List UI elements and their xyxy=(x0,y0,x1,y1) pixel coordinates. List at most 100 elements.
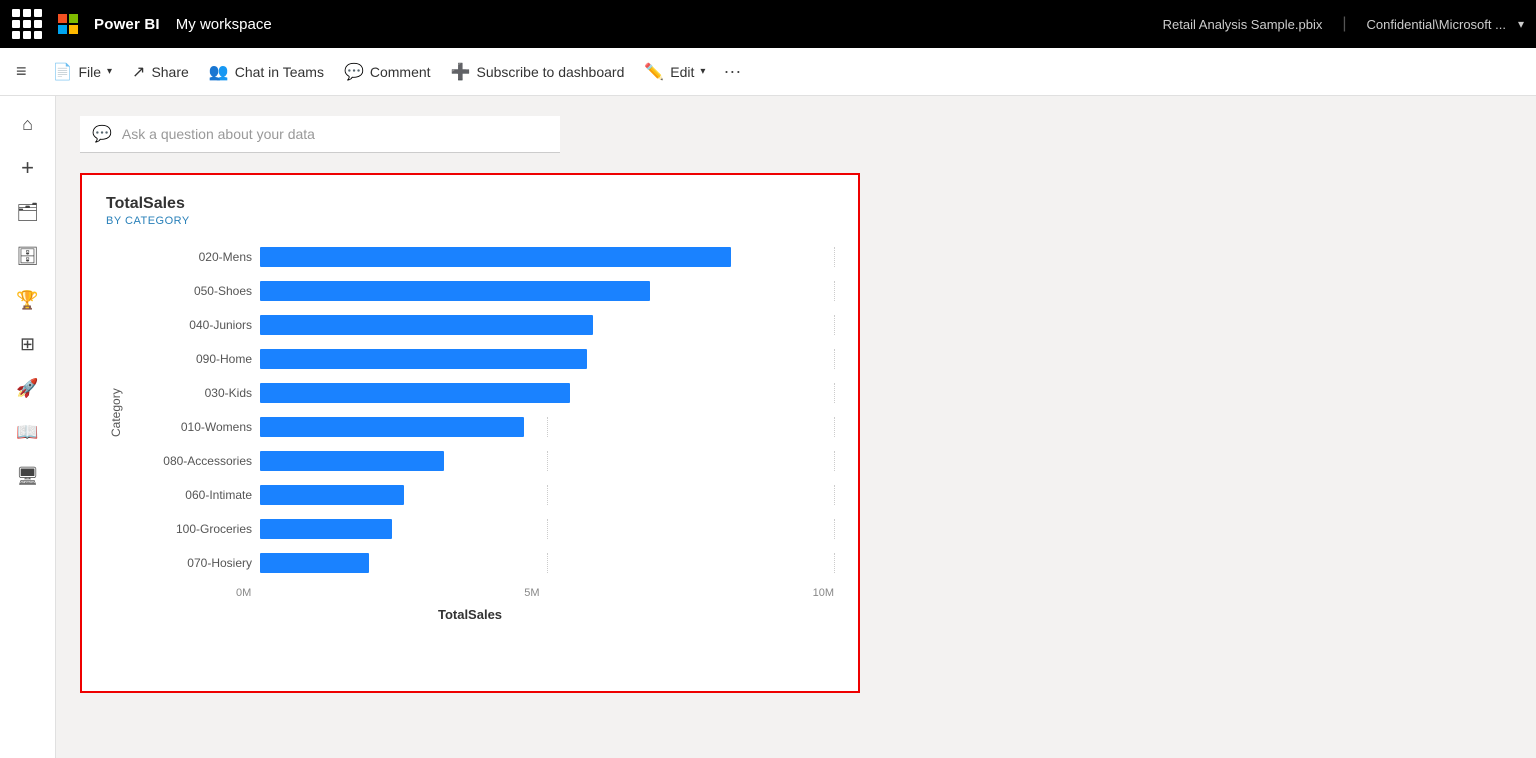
sidebar-toggle-button[interactable]: ≡ xyxy=(16,61,27,82)
share-label: Share xyxy=(151,64,188,80)
file-icon: 📄 xyxy=(53,62,73,82)
bar-row: 100-Groceries xyxy=(130,515,834,543)
edit-label: Edit xyxy=(670,64,694,80)
app-launcher-icon[interactable] xyxy=(12,9,42,39)
main-content: 💬 Ask a question about your data TotalSa… xyxy=(56,96,1536,758)
docs-icon: 📖 xyxy=(16,422,38,443)
bar-wrapper xyxy=(260,553,834,573)
file-label: File xyxy=(78,64,101,80)
confidential-chevron[interactable]: ▾ xyxy=(1518,17,1524,31)
chart-container: TotalSales BY CATEGORY Category 020-Mens… xyxy=(80,173,860,693)
bar-wrapper xyxy=(260,417,834,437)
bar-row: 060-Intimate xyxy=(130,481,834,509)
sidebar-item-data-hub[interactable]: 🗄 xyxy=(8,236,48,276)
sidebar-item-docs[interactable]: 📖 xyxy=(8,412,48,452)
bar[interactable] xyxy=(260,451,444,471)
bar-wrapper xyxy=(260,485,834,505)
sidebar-item-home[interactable]: ⌂ xyxy=(8,104,48,144)
comment-label: Comment xyxy=(370,64,431,80)
qa-icon: 💬 xyxy=(92,124,112,144)
chat-in-teams-button[interactable]: 👥 Chat in Teams xyxy=(199,56,334,88)
x-tick: 0M xyxy=(236,587,251,599)
sidebar-item-goals[interactable]: 🏆 xyxy=(8,280,48,320)
bar-label: 050-Shoes xyxy=(130,284,260,298)
bar-row: 050-Shoes xyxy=(130,277,834,305)
x-axis-ticks: 0M5M10M xyxy=(236,587,834,599)
comment-button[interactable]: 💬 Comment xyxy=(334,56,441,88)
subscribe-icon: ➕ xyxy=(451,62,471,82)
subscribe-button[interactable]: ➕ Subscribe to dashboard xyxy=(441,56,635,88)
bar[interactable] xyxy=(260,315,593,335)
share-button[interactable]: ↗ Share xyxy=(122,56,199,88)
bar-label: 060-Intimate xyxy=(130,488,260,502)
edit-chevron-icon: ▾ xyxy=(700,66,705,77)
toolbar: ≡ 📄 File ▾ ↗ Share 👥 Chat in Teams 💬 Com… xyxy=(0,48,1536,96)
bar-wrapper xyxy=(260,315,834,335)
share-icon: ↗ xyxy=(132,62,145,82)
bar-row: 070-Hosiery xyxy=(130,549,834,577)
left-sidebar: ⌂ + 🗂 🗄 🏆 ⊞ 🚀 📖 🖥 xyxy=(0,96,56,758)
bar[interactable] xyxy=(260,281,650,301)
bar[interactable] xyxy=(260,417,524,437)
bar-row: 090-Home xyxy=(130,345,834,373)
browse-icon: 🗂 xyxy=(16,202,39,223)
teams-icon: 👥 xyxy=(209,62,229,82)
product-name: Power BI xyxy=(94,16,160,33)
bar-label: 040-Juniors xyxy=(130,318,260,332)
bar[interactable] xyxy=(260,349,587,369)
qa-placeholder: Ask a question about your data xyxy=(122,126,315,142)
bar[interactable] xyxy=(260,519,392,539)
file-menu-button[interactable]: 📄 File ▾ xyxy=(43,56,123,88)
subscribe-label: Subscribe to dashboard xyxy=(476,64,624,80)
x-tick: 5M xyxy=(524,587,539,599)
file-chevron-icon: ▾ xyxy=(107,66,112,77)
apps-icon: ⊞ xyxy=(20,334,35,355)
bar-label: 030-Kids xyxy=(130,386,260,400)
bar-row: 020-Mens xyxy=(130,243,834,271)
file-title: Retail Analysis Sample.pbix xyxy=(1163,17,1323,32)
bar-row: 010-Womens xyxy=(130,413,834,441)
more-options-button[interactable]: ··· xyxy=(715,57,749,86)
bar-label: 090-Home xyxy=(130,352,260,366)
edit-button[interactable]: ✏️ Edit ▾ xyxy=(634,56,715,88)
bar[interactable] xyxy=(260,485,404,505)
bar-label: 080-Accessories xyxy=(130,454,260,468)
bar-row: 030-Kids xyxy=(130,379,834,407)
edit-icon: ✏️ xyxy=(644,62,664,82)
x-axis-label: TotalSales xyxy=(106,607,834,622)
bar-wrapper xyxy=(260,247,834,267)
chat-in-teams-label: Chat in Teams xyxy=(235,64,324,80)
bar[interactable] xyxy=(260,383,570,403)
bar-chart: Category 020-Mens 050-Shoes 040-Juniors 090… xyxy=(106,243,834,622)
sidebar-item-apps[interactable]: ⊞ xyxy=(8,324,48,364)
bar-label: 070-Hosiery xyxy=(130,556,260,570)
sidebar-item-browse[interactable]: 🗂 xyxy=(8,192,48,232)
home-icon: ⌂ xyxy=(22,114,33,135)
chart-subtitle: BY CATEGORY xyxy=(106,215,834,227)
create-icon: + xyxy=(21,155,34,181)
bar-wrapper xyxy=(260,451,834,471)
workspaces-icon: 🖥 xyxy=(16,466,39,487)
top-bar: Power BI My workspace Retail Analysis Sa… xyxy=(0,0,1536,48)
bar-row: 080-Accessories xyxy=(130,447,834,475)
y-axis-label: Category xyxy=(106,243,126,583)
bar-label: 010-Womens xyxy=(130,420,260,434)
bar-wrapper xyxy=(260,519,834,539)
bar-wrapper xyxy=(260,281,834,301)
sidebar-item-create[interactable]: + xyxy=(8,148,48,188)
bar-label: 100-Groceries xyxy=(130,522,260,536)
chart-title: TotalSales xyxy=(106,195,834,213)
data-hub-icon: 🗄 xyxy=(16,246,39,267)
learn-icon: 🚀 xyxy=(16,378,38,399)
bar[interactable] xyxy=(260,553,369,573)
sidebar-item-learn[interactable]: 🚀 xyxy=(8,368,48,408)
bar[interactable] xyxy=(260,247,731,267)
sidebar-item-workspaces[interactable]: 🖥 xyxy=(8,456,48,496)
bar-wrapper xyxy=(260,383,834,403)
comment-icon: 💬 xyxy=(344,62,364,82)
qa-bar[interactable]: 💬 Ask a question about your data xyxy=(80,116,560,153)
workspace-name: My workspace xyxy=(176,16,272,33)
goals-icon: 🏆 xyxy=(16,290,38,311)
bar-wrapper xyxy=(260,349,834,369)
main-layout: ⌂ + 🗂 🗄 🏆 ⊞ 🚀 📖 🖥 💬 Ask a q xyxy=(0,96,1536,758)
